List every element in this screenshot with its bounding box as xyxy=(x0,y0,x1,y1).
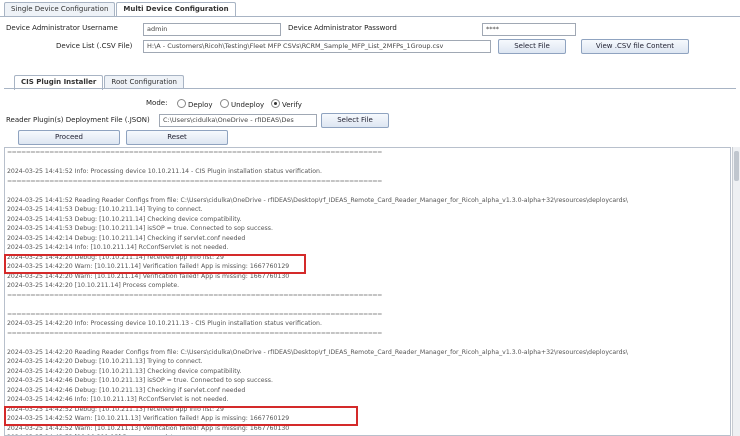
warning-highlight-box-1 xyxy=(4,254,306,274)
log-line: 2024-03-25 14:42:20 Info: Processing dev… xyxy=(7,320,322,327)
log-line: ========================================… xyxy=(7,149,382,156)
password-label: Device Administrator Password xyxy=(288,24,397,32)
password-input[interactable]: **** xyxy=(482,23,576,36)
installer-tab-bar: CIS Plugin Installer Root Configuration xyxy=(14,75,185,90)
username-input[interactable]: admin xyxy=(143,23,281,36)
device-list-select-file-button[interactable]: Select File xyxy=(498,39,566,54)
mode-label: Mode: xyxy=(146,99,168,107)
mode-option-deploy[interactable]: Deploy xyxy=(177,99,213,109)
mode-option-deploy-label: Deploy xyxy=(188,101,213,109)
top-tab-divider xyxy=(0,16,740,17)
log-line: 2024-03-25 14:41:53 Debug: [10.10.211.14… xyxy=(7,215,242,223)
log-line: ========================================… xyxy=(7,329,382,337)
log-line: 2024-03-25 14:42:14 Info: [10.10.211.14]… xyxy=(7,244,229,251)
log-scrollbar[interactable] xyxy=(732,147,740,436)
deployment-file-label: Reader Plugin(s) Deployment File (.JSON) xyxy=(6,116,150,124)
log-line: ========================================… xyxy=(7,310,382,318)
log-line: 2024-03-25 14:42:20 Debug: [10.10.211.13… xyxy=(7,367,242,375)
log-line: ========================================… xyxy=(7,291,382,299)
tab-multi-device[interactable]: Multi Device Configuration xyxy=(116,2,236,17)
warning-highlight-box-2 xyxy=(4,406,358,426)
radio-undeploy[interactable] xyxy=(220,99,229,108)
deployment-file-input[interactable]: C:\Users\cidulka\OneDrive - rfIDEAS\Des xyxy=(159,114,317,127)
log-line: 2024-03-25 14:42:46 Info: [10.10.211.13]… xyxy=(7,396,229,403)
deployment-select-file-button[interactable]: Select File xyxy=(321,113,389,128)
log-line: 2024-03-25 14:42:20 [10.10.211.14] Proce… xyxy=(7,282,180,289)
mode-option-verify-label: Verify xyxy=(282,101,302,109)
log-line: 2024-03-25 14:41:53 Debug: [10.10.211.14… xyxy=(7,225,273,232)
tab-single-device[interactable]: Single Device Configuration xyxy=(4,2,116,16)
proceed-button[interactable]: Proceed xyxy=(18,130,120,145)
reset-button[interactable]: Reset xyxy=(126,130,228,145)
username-label: Device Administrator Username xyxy=(6,24,118,32)
device-list-label: Device List (.CSV File) xyxy=(56,42,133,50)
log-line: 2024-03-25 14:42:14 Debug: [10.10.211.14… xyxy=(7,234,246,242)
mode-option-verify[interactable]: Verify xyxy=(271,99,302,109)
log-line: 2024-03-25 14:41:52 Info: Processing dev… xyxy=(7,168,322,175)
log-line: 2024-03-25 14:41:53 Debug: [10.10.211.14… xyxy=(7,206,203,213)
log-output[interactable]: ========================================… xyxy=(4,147,731,436)
mode-option-undeploy-label: Undeploy xyxy=(231,101,265,109)
installer-tab-divider xyxy=(4,88,736,89)
log-line: ========================================… xyxy=(7,177,382,185)
radio-deploy[interactable] xyxy=(177,99,186,108)
mode-option-undeploy[interactable]: Undeploy xyxy=(220,99,264,109)
top-tab-bar: Single Device Configuration Multi Device… xyxy=(4,2,237,17)
device-list-path-input[interactable]: H:\A - Customers\Ricoh\Testing\Fleet MFP… xyxy=(143,40,491,53)
log-scroll-thumb[interactable] xyxy=(734,151,739,181)
log-line: 2024-03-25 14:42:20 Debug: [10.10.211.13… xyxy=(7,358,203,365)
view-csv-content-button[interactable]: View .CSV file Content xyxy=(581,39,689,54)
log-line: 2024-03-25 14:42:20 Reading Reader Confi… xyxy=(7,348,628,356)
log-line: 2024-03-25 14:41:52 Reading Reader Confi… xyxy=(7,196,628,204)
log-line: 2024-03-25 14:42:46 Debug: [10.10.211.13… xyxy=(7,386,246,394)
radio-verify[interactable] xyxy=(271,99,280,108)
log-line: 2024-03-25 14:42:46 Debug: [10.10.211.13… xyxy=(7,377,273,384)
tab-root-configuration[interactable]: Root Configuration xyxy=(104,75,184,89)
